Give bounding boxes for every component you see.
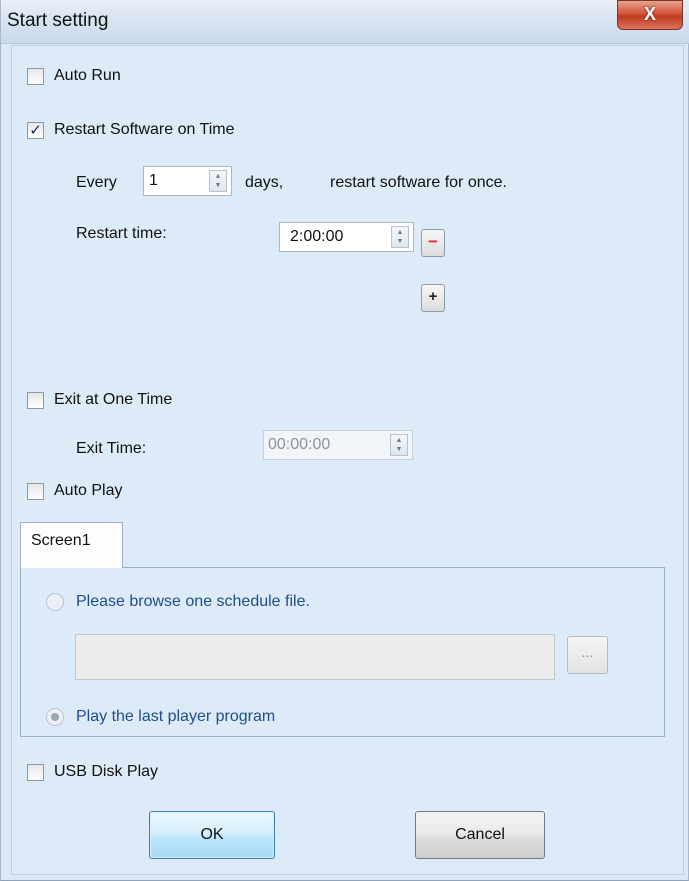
exit-time-value[interactable]: 00:00:00 (264, 436, 390, 454)
auto-play-option[interactable]: Auto Play (27, 482, 122, 500)
restart-suffix-label: restart software for once. (330, 174, 507, 191)
restart-time-spinner[interactable]: 2:00:00 ▲ ▼ (279, 222, 414, 252)
start-setting-dialog: Start setting X Auto Run ✓ Restart Softw… (0, 0, 689, 881)
checkmark-icon: ✓ (29, 121, 42, 139)
schedule-file-field[interactable] (75, 634, 555, 680)
ok-button[interactable]: OK (149, 811, 275, 859)
play-last-radio[interactable] (46, 708, 64, 726)
restart-label: Restart Software on Time (54, 121, 235, 138)
tab-screen1[interactable]: Screen1 (20, 522, 123, 568)
days-label: days, (245, 174, 284, 191)
browse-button[interactable]: ... (567, 636, 608, 674)
close-button[interactable]: X (617, 0, 683, 30)
play-last-label: Play the last player program (76, 708, 276, 725)
exit-label: Exit at One Time (54, 391, 173, 408)
days-spinner[interactable]: 1 ▲ ▼ (143, 166, 232, 196)
restart-checkbox[interactable]: ✓ (27, 121, 44, 139)
restart-time-value[interactable]: 2:00:00 (280, 228, 391, 246)
ellipsis-icon: ... (581, 644, 594, 660)
browse-schedule-radio[interactable] (46, 593, 64, 611)
close-icon: X (643, 4, 656, 24)
plus-icon: + (428, 288, 438, 305)
days-value[interactable]: 1 (144, 172, 209, 190)
usb-label: USB Disk Play (54, 763, 159, 780)
spin-arrows-icon[interactable]: ▲ ▼ (209, 170, 227, 192)
restart-time-label: Restart time: (76, 225, 167, 242)
tab-label: Screen1 (31, 532, 91, 549)
auto-run-checkbox[interactable] (27, 67, 44, 85)
browse-schedule-option[interactable]: Please browse one schedule file. (46, 593, 310, 611)
every-label: Every (76, 174, 117, 191)
restart-option[interactable]: ✓ Restart Software on Time (27, 121, 235, 139)
minus-icon: − (428, 232, 438, 251)
remove-time-button[interactable]: − (421, 229, 445, 257)
window-title: Start setting (7, 10, 109, 31)
cancel-button[interactable]: Cancel (415, 811, 545, 859)
exit-time-label: Exit Time: (76, 440, 147, 457)
exit-checkbox[interactable] (27, 391, 44, 409)
exit-time-spinner[interactable]: 00:00:00 ▲ ▼ (263, 430, 413, 460)
dialog-body (11, 45, 684, 875)
radio-selected-dot (51, 713, 59, 721)
spin-arrows-icon[interactable]: ▲ ▼ (390, 434, 408, 456)
auto-run-label: Auto Run (54, 67, 121, 84)
auto-play-label: Auto Play (54, 482, 123, 499)
usb-option[interactable]: USB Disk Play (27, 763, 158, 781)
browse-schedule-label: Please browse one schedule file. (76, 593, 310, 610)
auto-run-option[interactable]: Auto Run (27, 67, 121, 85)
play-last-option[interactable]: Play the last player program (46, 708, 275, 726)
auto-play-checkbox[interactable] (27, 482, 44, 500)
add-time-button[interactable]: + (421, 284, 445, 312)
title-bar[interactable]: Start setting X (1, 0, 689, 44)
exit-option[interactable]: Exit at One Time (27, 391, 172, 409)
spin-arrows-icon[interactable]: ▲ ▼ (391, 226, 409, 248)
usb-checkbox[interactable] (27, 763, 44, 781)
